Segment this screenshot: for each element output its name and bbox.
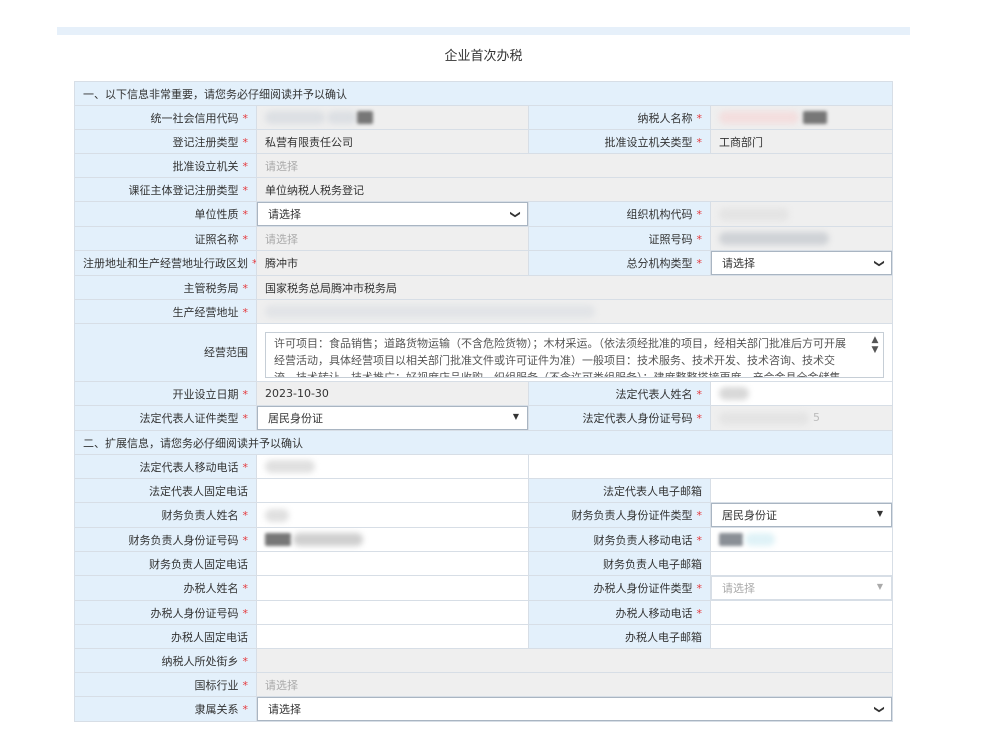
fin-phone-input[interactable] — [256, 551, 529, 576]
legal-id-no-value: 5 — [710, 405, 893, 431]
label-fin-email: 财务负责人电子邮箱 — [528, 551, 711, 576]
label-legal-id-type: 法定代表人证件类型 * — [74, 405, 257, 431]
label-agent-id-no: 办税人身份证号码 * — [74, 600, 257, 625]
org-code-value — [710, 201, 893, 227]
label-fin-mobile: 财务负责人移动电话 * — [528, 527, 711, 552]
chevron-down-icon: ❯ — [509, 210, 521, 219]
street-value — [256, 648, 893, 673]
chevron-down-icon: ❯ — [873, 705, 885, 714]
label-legal-id-no: 法定代表人身份证号码 * — [528, 405, 711, 431]
levy-reg-type-value: 单位纳税人税务登记 — [256, 177, 893, 202]
label-approval-org: 批准设立机关 * — [74, 153, 257, 178]
agent-id-type-cell: 请选择 ▼ — [710, 575, 893, 601]
open-date-value: 2023-10-30 — [256, 381, 529, 406]
label-levy-reg-type: 课征主体登记注册类型 * — [74, 177, 257, 202]
agent-id-type-select[interactable]: 请选择 ▼ — [711, 576, 892, 600]
scope-textarea[interactable]: 许可项目：食品销售；道路货物运输（不含危险货物）；木材采运。（依法须经批准的项目… — [265, 332, 884, 378]
cert-no-value — [710, 226, 893, 251]
head-org-type-select[interactable]: 请选择 ❯ — [711, 251, 892, 275]
label-street: 纳税人所处街乡 * — [74, 648, 257, 673]
scrollbar[interactable]: ▲ ▼ — [870, 335, 880, 355]
fin-mobile-input[interactable] — [710, 527, 893, 552]
chevron-down-icon: ❯ — [873, 259, 885, 268]
label-credit-code: 统一社会信用代码 * — [74, 105, 257, 130]
label-fin-name: 财务负责人姓名 * — [74, 502, 257, 528]
credit-code-value — [256, 105, 529, 130]
label-agent-email: 办税人电子邮箱 — [528, 624, 711, 649]
legal-mobile-input[interactable] — [256, 454, 529, 479]
label-affiliation: 隶属关系 * — [74, 696, 257, 722]
district-value: 腾冲市 — [256, 250, 529, 276]
label-legal-email: 法定代表人电子邮箱 — [528, 478, 711, 503]
approval-org-value: 请选择 — [256, 153, 893, 178]
fin-name-input[interactable] — [256, 502, 529, 528]
label-address: 生产经营地址 * — [74, 299, 257, 324]
section-extended-info: 二、扩展信息，请您务必仔细阅读并予以确认 — [74, 430, 893, 455]
label-taxpayer-name: 纳税人名称 * — [528, 105, 711, 130]
label-district: 注册地址和生产经营地址行政区划* — [74, 250, 257, 276]
legal-name-input[interactable] — [710, 381, 893, 406]
affiliation-cell: 请选择 ❯ — [256, 696, 893, 722]
label-agent-name: 办税人姓名 * — [74, 575, 257, 601]
legal-id-type-select[interactable]: 居民身份证 ▼ — [257, 406, 528, 430]
label-agent-id-type: 办税人身份证件类型 * — [528, 575, 711, 601]
affiliation-select[interactable]: 请选择 ❯ — [257, 697, 892, 721]
fin-id-no-input[interactable] — [256, 527, 529, 552]
caret-down-icon: ▼ — [512, 412, 519, 421]
label-cert-no: 证照号码 * — [528, 226, 711, 251]
caret-down-icon: ▼ — [876, 582, 883, 591]
label-agent-phone: 办税人固定电话 — [74, 624, 257, 649]
agent-id-no-input[interactable] — [256, 600, 529, 625]
reg-type-value: 私营有限责任公司 — [256, 129, 529, 154]
label-legal-name: 法定代表人姓名 * — [528, 381, 711, 406]
label-tax-bureau: 主管税务局 * — [74, 275, 257, 300]
agent-name-input[interactable] — [256, 575, 529, 601]
label-head-org-type: 总分机构类型 * — [528, 250, 711, 276]
label-open-date: 开业设立日期 * — [74, 381, 257, 406]
legal-phone-input[interactable] — [256, 478, 529, 503]
section-basic-info: 一、以下信息非常重要，请您务必仔细阅读并予以确认 — [74, 81, 893, 106]
legal-email-input[interactable] — [710, 478, 893, 503]
top-strip — [57, 27, 910, 35]
label-org-code: 组织机构代码 * — [528, 201, 711, 227]
agent-phone-input[interactable] — [256, 624, 529, 649]
legal-id-type-cell: 居民身份证 ▼ — [256, 405, 529, 431]
label-legal-phone: 法定代表人固定电话 — [74, 478, 257, 503]
label-fin-phone: 财务负责人固定电话 — [74, 551, 257, 576]
cert-name-value: 请选择 — [256, 226, 529, 251]
industry-value: 请选择 — [256, 672, 893, 697]
fin-email-input[interactable] — [710, 551, 893, 576]
taxpayer-name-value — [710, 105, 893, 130]
registration-form: 一、以下信息非常重要，请您务必仔细阅读并予以确认 统一社会信用代码 * 纳税人名称… — [74, 81, 893, 722]
label-reg-type: 登记注册类型 * — [74, 129, 257, 154]
label-fin-id-no: 财务负责人身份证号码 * — [74, 527, 257, 552]
label-cert-name: 证照名称 * — [74, 226, 257, 251]
label-unit-nature: 单位性质 * — [74, 201, 257, 227]
agent-email-input[interactable] — [710, 624, 893, 649]
agent-mobile-input[interactable] — [710, 600, 893, 625]
label-approval-org-type: 批准设立机关类型 * — [528, 129, 711, 154]
label-industry: 国标行业 * — [74, 672, 257, 697]
page-title: 企业首次办税 — [444, 49, 523, 64]
unit-nature-select[interactable]: 请选择 ❯ — [257, 202, 528, 226]
fin-id-type-cell: 居民身份证 ▼ — [710, 502, 893, 528]
head-org-type-cell: 请选择 ❯ — [710, 250, 893, 276]
label-fin-id-type: 财务负责人身份证件类型 * — [528, 502, 711, 528]
caret-down-icon: ▼ — [876, 509, 883, 518]
empty-cell — [528, 454, 893, 479]
approval-org-type-value: 工商部门 — [710, 129, 893, 154]
label-legal-mobile: 法定代表人移动电话 * — [74, 454, 257, 479]
label-scope: 经营范围 — [74, 323, 257, 382]
scope-cell: 许可项目：食品销售；道路货物运输（不含危险货物）；木材采运。（依法须经批准的项目… — [256, 323, 893, 382]
tax-bureau-value: 国家税务总局腾冲市税务局 — [256, 275, 893, 300]
address-value — [256, 299, 893, 324]
fin-id-type-select[interactable]: 居民身份证 ▼ — [711, 503, 892, 527]
label-agent-mobile: 办税人移动电话 * — [528, 600, 711, 625]
unit-nature-cell: 请选择 ❯ — [256, 201, 529, 227]
